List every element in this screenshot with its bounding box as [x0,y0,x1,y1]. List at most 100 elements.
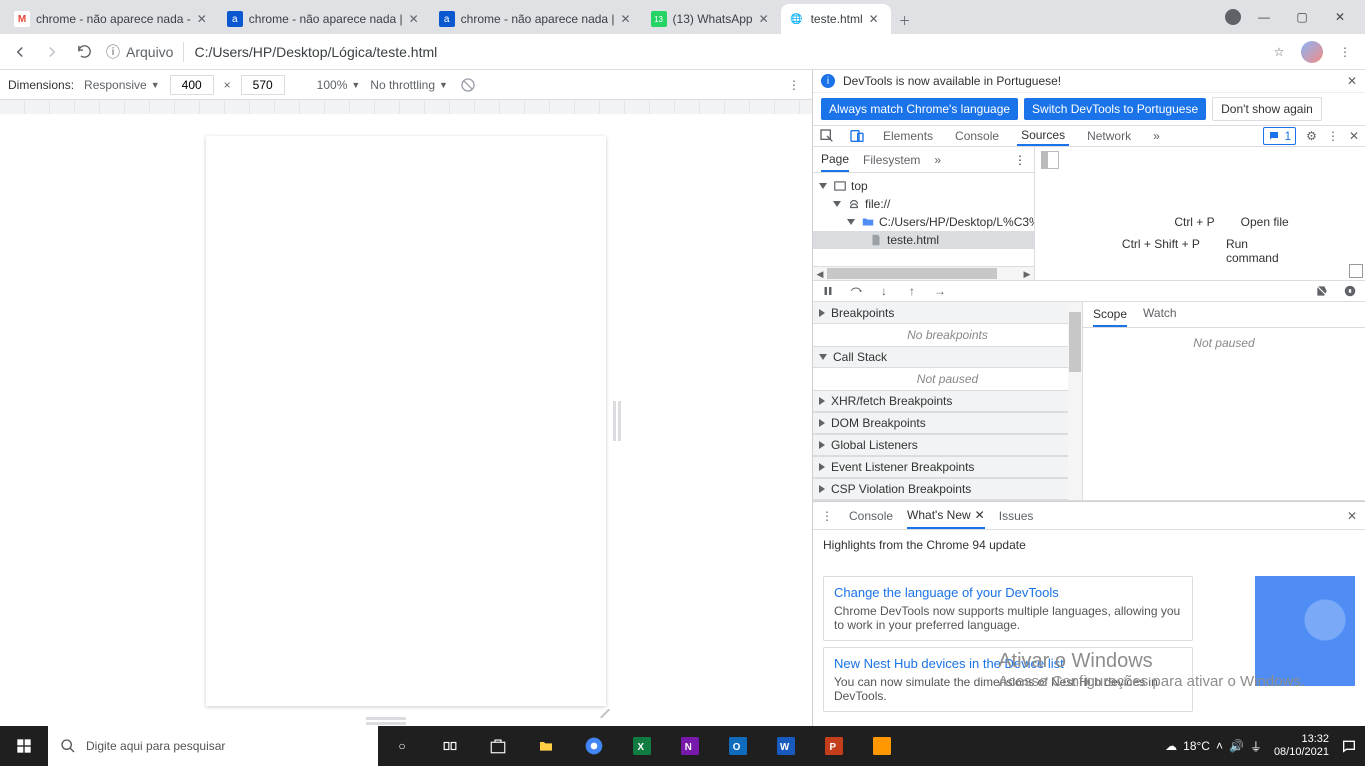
close-icon[interactable]: ✕ [759,12,773,26]
new-tab-button[interactable]: ＋ [891,6,919,34]
step-over-icon[interactable] [849,284,863,298]
device-toggle-icon[interactable] [849,128,865,144]
forward-button[interactable] [42,42,62,62]
tab-issues[interactable]: Issues [999,509,1034,523]
onenote-icon[interactable]: N [666,726,714,766]
volume-icon[interactable]: 🔊 [1229,739,1244,753]
tab-console[interactable]: Console [951,126,1003,146]
tab-filesystem[interactable]: Filesystem [863,153,920,167]
tab-page[interactable]: Page [821,152,849,172]
browser-tab[interactable]: M chrome - não aparece nada - ✕ [6,4,219,34]
dropdown-icon[interactable] [1349,264,1363,278]
word-icon[interactable]: W [762,726,810,766]
height-input[interactable] [241,75,285,95]
cortana-icon[interactable]: ○ [378,726,426,766]
wifi-icon[interactable]: ⏚ [1250,738,1262,755]
tab-sources[interactable]: Sources [1017,126,1069,146]
close-icon[interactable]: ✕ [409,12,423,26]
device-select[interactable]: Responsive▼ [84,78,160,92]
acc-breakpoints[interactable]: Breakpoints [813,302,1082,324]
h-scrollbar[interactable]: ◀▶ [813,266,1034,280]
browser-tab[interactable]: a chrome - não aparece nada | ✕ [431,4,643,34]
close-icon[interactable]: ✕ [1347,509,1357,523]
device-frame[interactable] [206,136,606,706]
more-tabs-icon[interactable]: » [1149,126,1164,146]
toggle-navigator-icon[interactable] [1041,151,1059,169]
tray-chevron-icon[interactable]: ˄ [1216,739,1223,753]
step-out-icon[interactable]: ↑ [905,284,919,298]
width-input[interactable] [170,75,214,95]
dont-show-button[interactable]: Don't show again [1212,97,1322,121]
rotate-icon[interactable] [458,75,478,95]
step-icon[interactable]: → [933,284,947,298]
browser-tab[interactable]: 13 (13) WhatsApp ✕ [643,4,781,34]
tree-origin[interactable]: file:// [813,195,1034,213]
more-icon[interactable]: ⋮ [821,509,835,523]
close-icon[interactable]: ✕ [869,12,883,26]
browser-tab[interactable]: a chrome - não aparece nada | ✕ [219,4,431,34]
reload-button[interactable] [74,42,94,62]
tab-watch[interactable]: Watch [1143,306,1177,324]
zoom-select[interactable]: 100%▼ [317,78,361,92]
deactivate-breakpoints-icon[interactable] [1315,284,1329,298]
close-icon[interactable]: ✕ [1349,129,1359,143]
excel-icon[interactable]: X [618,726,666,766]
tab-network[interactable]: Network [1083,126,1135,146]
clock[interactable]: 13:32 08/10/2021 [1268,733,1335,759]
pause-exceptions-icon[interactable] [1343,284,1357,298]
close-icon[interactable]: ✕ [975,508,985,522]
account-icon[interactable] [1225,9,1241,25]
weather-icon[interactable]: ☁ [1165,739,1177,753]
start-button[interactable] [0,726,48,766]
address-field[interactable]: ⓘArquivo C:/Users/HP/Desktop/Lógica/test… [106,38,1257,66]
close-icon[interactable]: ✕ [1347,74,1357,88]
bookmark-icon[interactable]: ☆ [1269,42,1289,62]
acc-dom[interactable]: DOM Breakpoints [813,412,1082,434]
explorer-icon[interactable] [522,726,570,766]
card-title[interactable]: New Nest Hub devices in the Device list [834,656,1182,671]
more-icon[interactable]: ⋮ [784,75,804,95]
menu-icon[interactable]: ⋮ [1335,42,1355,62]
task-view-icon[interactable] [426,726,474,766]
minimize-button[interactable]: ― [1249,2,1279,32]
acc-csp[interactable]: CSP Violation Breakpoints [813,478,1082,500]
profile-avatar[interactable] [1301,41,1323,63]
step-into-icon[interactable]: ↓ [877,284,891,298]
tab-scope[interactable]: Scope [1093,307,1127,327]
resize-handle-right[interactable] [613,401,616,441]
tree-top[interactable]: top [813,177,1034,195]
resize-handle-corner[interactable] [596,696,610,710]
whatsnew-card[interactable]: Change the language of your DevTools Chr… [823,576,1193,641]
gear-icon[interactable]: ⚙ [1306,129,1317,143]
powerpoint-icon[interactable]: P [810,726,858,766]
match-language-button[interactable]: Always match Chrome's language [821,98,1018,120]
close-icon[interactable]: ✕ [621,12,635,26]
store-icon[interactable] [474,726,522,766]
more-tabs-icon[interactable]: » [934,153,941,167]
switch-language-button[interactable]: Switch DevTools to Portuguese [1024,98,1206,120]
tab-whats-new[interactable]: What's New✕ [907,508,985,529]
v-scrollbar[interactable] [1068,302,1082,500]
acc-event[interactable]: Event Listener Breakpoints [813,456,1082,478]
maximize-button[interactable]: ▢ [1287,2,1317,32]
notifications-icon[interactable] [1341,738,1357,754]
whatsnew-card[interactable]: New Nest Hub devices in the Device list … [823,647,1193,712]
more-icon[interactable]: ⋮ [1014,153,1026,167]
more-icon[interactable]: ⋮ [1327,129,1339,143]
outlook-icon[interactable]: O [714,726,762,766]
taskbar-search[interactable]: Digite aqui para pesquisar [48,726,378,766]
acc-global[interactable]: Global Listeners [813,434,1082,456]
inspect-icon[interactable] [819,128,835,144]
close-window-button[interactable]: ✕ [1325,2,1355,32]
close-icon[interactable]: ✕ [197,12,211,26]
tree-folder[interactable]: C:/Users/HP/Desktop/L%C3%B [813,213,1034,231]
tab-console[interactable]: Console [849,509,893,523]
acc-xhr[interactable]: XHR/fetch Breakpoints [813,390,1082,412]
back-button[interactable] [10,42,30,62]
pause-icon[interactable] [821,284,835,298]
tab-elements[interactable]: Elements [879,126,937,146]
browser-tab-active[interactable]: 🌐 teste.html ✕ [781,4,891,34]
tree-file[interactable]: teste.html [813,231,1034,249]
resize-handle-bottom[interactable] [366,717,406,720]
chrome-icon[interactable] [570,726,618,766]
